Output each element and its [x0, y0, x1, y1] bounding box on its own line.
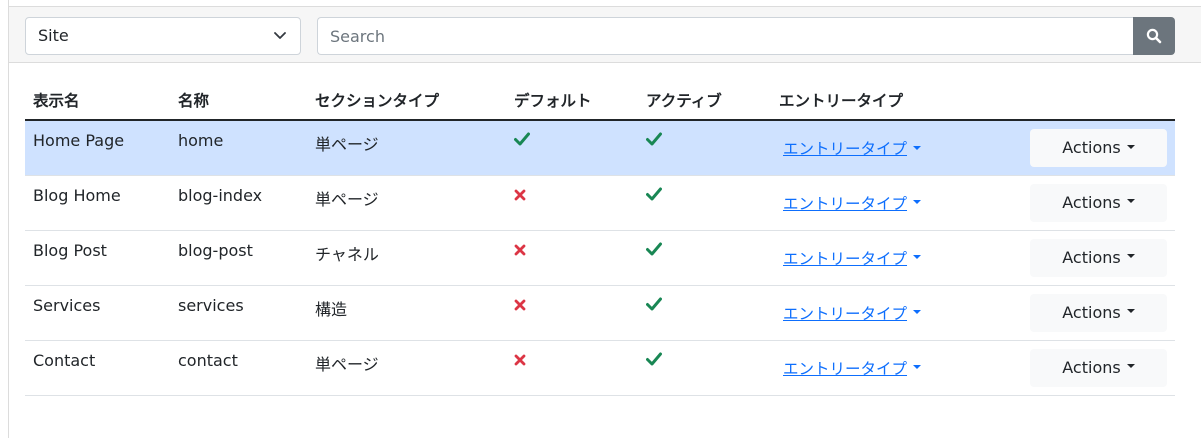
column-header-section-type: セクションタイプ	[307, 80, 506, 121]
handle-cell: contact	[170, 340, 307, 396]
entry-types-label: エントリータイプ	[783, 249, 908, 268]
default-cell	[506, 340, 638, 396]
table-row[interactable]: Blog Home blog-index 単ページ エントリータイプ Actio…	[25, 175, 1175, 231]
entry-types-label: エントリータイプ	[783, 194, 908, 213]
actions-dropdown-button[interactable]: Actions	[1030, 129, 1167, 167]
active-cell	[638, 120, 771, 176]
x-icon	[514, 299, 526, 310]
table-row[interactable]: Blog Post blog-post チャネル エントリータイプ Action…	[25, 230, 1175, 286]
actions-label: Actions	[1062, 138, 1121, 157]
column-header-actions	[1001, 80, 1175, 121]
handle-cell: services	[170, 285, 307, 341]
search-input[interactable]	[317, 17, 1134, 55]
check-icon	[646, 297, 662, 310]
actions-label: Actions	[1062, 192, 1121, 212]
entry-types-dropdown-link[interactable]: エントリータイプ	[783, 357, 922, 379]
caret-down-icon	[1126, 144, 1135, 149]
entry-types-dropdown-link[interactable]: エントリータイプ	[783, 192, 922, 214]
actions-cell: Actions	[1001, 120, 1175, 176]
column-header-default: デフォルト	[506, 80, 638, 121]
caret-down-icon	[913, 200, 922, 204]
search-icon	[1146, 28, 1162, 44]
x-icon	[514, 244, 526, 255]
column-header-active: アクティブ	[638, 80, 771, 121]
caret-down-icon	[913, 145, 922, 150]
caret-down-icon	[913, 310, 922, 314]
entry-types-label: エントリータイプ	[783, 304, 908, 323]
active-cell	[638, 340, 771, 396]
default-cell	[506, 120, 638, 176]
entry-types-cell: エントリータイプ	[771, 120, 1001, 176]
section-type-cell: 単ページ	[307, 120, 506, 176]
x-icon	[514, 189, 526, 200]
display-name-cell: Services	[25, 285, 170, 341]
entry-types-dropdown-link[interactable]: エントリータイプ	[783, 302, 922, 324]
entry-types-cell: エントリータイプ	[771, 285, 1001, 341]
caret-down-icon	[1126, 364, 1135, 368]
table-header-row: 表示名 名称 セクションタイプ デフォルト アクティブ エントリータイプ	[25, 80, 1175, 121]
section-type-cell: 単ページ	[307, 340, 506, 396]
table-row[interactable]: Contact contact 単ページ エントリータイプ Actions	[25, 340, 1175, 396]
section-type-cell: チャネル	[307, 230, 506, 286]
actions-dropdown-button[interactable]: Actions	[1030, 238, 1167, 277]
default-cell	[506, 175, 638, 231]
check-icon	[646, 242, 662, 255]
table-row[interactable]: Home Page home 単ページ エントリータイプ Actions	[25, 120, 1175, 176]
check-icon	[514, 132, 530, 146]
caret-down-icon	[913, 365, 922, 369]
caret-down-icon	[1126, 309, 1135, 313]
active-cell	[638, 285, 771, 341]
entry-types-dropdown-link[interactable]: エントリータイプ	[783, 137, 922, 159]
column-header-handle: 名称	[170, 80, 307, 121]
active-cell	[638, 230, 771, 286]
sections-table: 表示名 名称 セクションタイプ デフォルト アクティブ エントリータイプ Hom…	[25, 80, 1175, 396]
actions-cell: Actions	[1001, 340, 1175, 396]
display-name-cell: Contact	[25, 340, 170, 396]
actions-dropdown-button[interactable]: Actions	[1030, 348, 1167, 387]
entry-types-cell: エントリータイプ	[771, 230, 1001, 286]
column-header-display-name: 表示名	[25, 80, 170, 121]
table-row[interactable]: Services services 構造 エントリータイプ Actions	[25, 285, 1175, 341]
filter-toolbar: Site	[9, 6, 1201, 63]
site-select-value: Site	[38, 26, 69, 45]
actions-label: Actions	[1062, 302, 1121, 322]
handle-cell: blog-post	[170, 230, 307, 286]
actions-dropdown-button[interactable]: Actions	[1030, 293, 1167, 332]
entry-types-dropdown-link[interactable]: エントリータイプ	[783, 247, 922, 269]
column-header-entry-types: エントリータイプ	[771, 80, 1001, 121]
display-name-cell: Blog Post	[25, 230, 170, 286]
display-name-cell: Blog Home	[25, 175, 170, 231]
content-frame: Site 表示名 名称 セクションタイプ	[8, 0, 1201, 438]
handle-cell: home	[170, 120, 307, 176]
active-cell	[638, 175, 771, 231]
entry-types-label: エントリータイプ	[783, 359, 908, 378]
entry-types-label: エントリータイプ	[783, 140, 908, 158]
handle-cell: blog-index	[170, 175, 307, 231]
actions-dropdown-button[interactable]: Actions	[1030, 183, 1167, 222]
site-select[interactable]: Site	[25, 17, 301, 55]
section-type-cell: 構造	[307, 285, 506, 341]
actions-cell: Actions	[1001, 230, 1175, 286]
caret-down-icon	[1126, 254, 1135, 258]
search-button[interactable]	[1133, 17, 1175, 55]
x-icon	[514, 354, 526, 365]
display-name-cell: Home Page	[25, 120, 170, 176]
actions-cell: Actions	[1001, 285, 1175, 341]
default-cell	[506, 230, 638, 286]
check-icon	[646, 132, 662, 146]
chevron-down-icon	[274, 32, 286, 39]
check-icon	[646, 352, 662, 365]
actions-cell: Actions	[1001, 175, 1175, 231]
entry-types-cell: エントリータイプ	[771, 340, 1001, 396]
section-type-cell: 単ページ	[307, 175, 506, 231]
actions-label: Actions	[1062, 247, 1121, 267]
caret-down-icon	[1126, 199, 1135, 203]
check-icon	[646, 187, 662, 200]
caret-down-icon	[913, 255, 922, 259]
default-cell	[506, 285, 638, 341]
entry-types-cell: エントリータイプ	[771, 175, 1001, 231]
actions-label: Actions	[1062, 357, 1121, 377]
